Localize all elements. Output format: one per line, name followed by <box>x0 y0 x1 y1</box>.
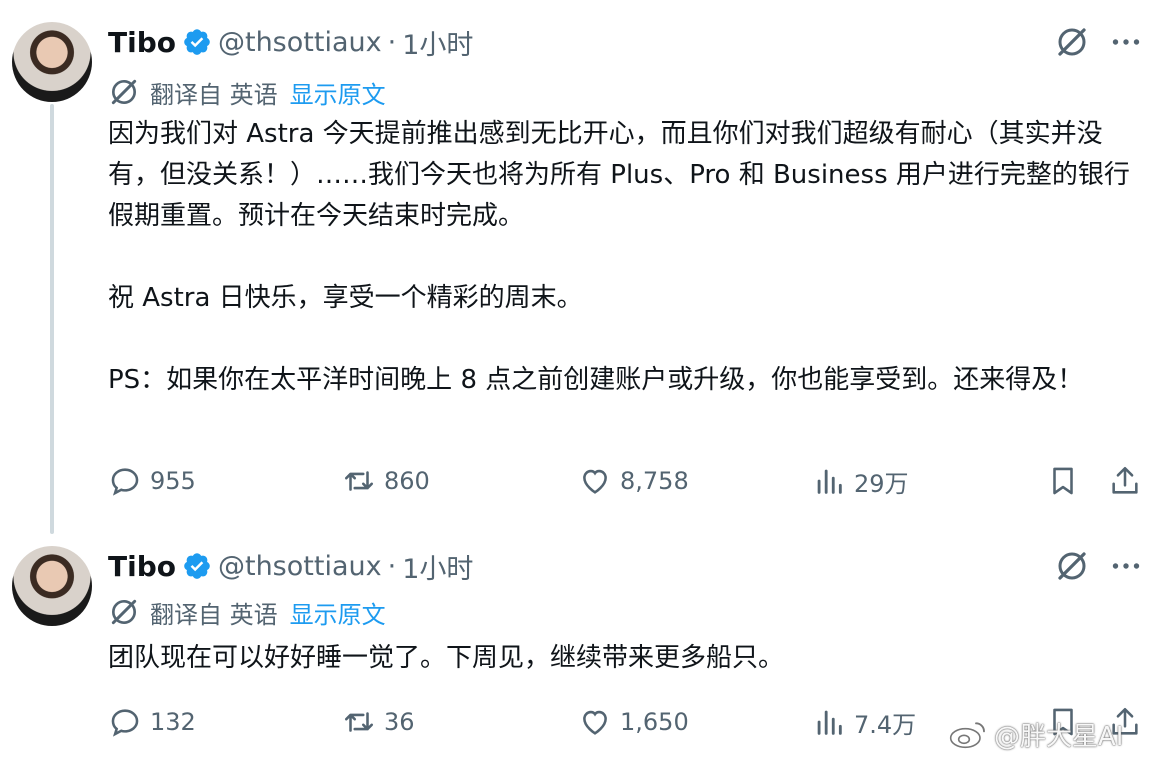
more-icon[interactable] <box>1108 24 1144 60</box>
translate-icon <box>111 599 137 625</box>
action-bar: 955 860 8,758 29万 <box>108 461 1148 501</box>
views-icon <box>817 710 842 735</box>
translated-from-label: 翻译自 英语 <box>150 80 278 109</box>
show-original-link[interactable]: 显示原文 <box>290 595 386 630</box>
author-name[interactable]: Tibo <box>108 26 176 59</box>
avatar[interactable] <box>12 546 92 626</box>
tweet-paragraph: PS：如果你在太平洋时间晚上 8 点之前创建账户或升级，你也能享受到。还来得及！ <box>108 365 1084 395</box>
separator-dot: · <box>387 550 397 582</box>
reply-count: 132 <box>150 708 196 736</box>
tweet-header: Tibo @thsottiaux · 1小时 <box>108 22 473 62</box>
repost-icon <box>344 471 374 491</box>
grok-icon[interactable] <box>1054 24 1090 60</box>
like-icon <box>583 469 607 494</box>
bookmark-button[interactable] <box>1046 461 1088 501</box>
repost-count: 36 <box>384 708 415 736</box>
verified-badge-icon <box>184 553 210 579</box>
separator-dot: · <box>387 26 397 58</box>
views-icon <box>817 469 842 494</box>
like-icon <box>583 710 607 735</box>
translation-bar: 翻译自 英语 显示原文 <box>108 75 386 110</box>
repost-button[interactable]: 36 <box>342 702 415 742</box>
repost-button[interactable]: 860 <box>342 461 430 501</box>
translate-icon <box>111 79 137 105</box>
repost-icon <box>344 712 374 732</box>
like-button[interactable]: 1,650 <box>578 702 689 742</box>
reply-button[interactable]: 955 <box>108 461 196 501</box>
watermark: @胖大星AI <box>946 714 1123 754</box>
show-original-link[interactable]: 显示原文 <box>290 75 386 110</box>
tweet-paragraph: 祝 Astra 日快乐，享受一个精彩的周末。 <box>108 283 583 313</box>
reply-icon <box>111 468 139 496</box>
translated-from-label: 翻译自 英语 <box>150 600 278 629</box>
share-button[interactable] <box>1108 461 1150 501</box>
like-count: 8,758 <box>620 467 689 495</box>
timestamp[interactable]: 1小时 <box>402 23 473 62</box>
views-count: 29万 <box>854 469 909 498</box>
watermark-text: @胖大星AI <box>994 721 1124 752</box>
avatar[interactable] <box>12 22 92 102</box>
views-button[interactable]: 7.4万 <box>812 702 916 742</box>
bookmark-icon <box>1053 467 1073 495</box>
views-button[interactable]: 29万 <box>812 461 909 501</box>
reply-button[interactable]: 132 <box>108 702 196 742</box>
repost-count: 860 <box>384 467 430 495</box>
like-button[interactable]: 8,758 <box>578 461 689 501</box>
reply-count: 955 <box>150 467 196 495</box>
tweet-paragraph: 团队现在可以好好睡一觉了。下周见，继续带来更多船只。 <box>108 643 785 673</box>
views-count: 7.4万 <box>854 710 917 739</box>
translation-bar: 翻译自 英语 显示原文 <box>108 595 386 630</box>
share-icon <box>1112 466 1138 494</box>
more-icon[interactable] <box>1108 548 1144 584</box>
weibo-icon <box>949 722 985 749</box>
tweet-paragraph: 因为我们对 Astra 今天提前推出感到无比开心，而且你们对我们超级有耐心（其实… <box>108 119 1130 231</box>
tweet-text: 团队现在可以好好睡一觉了。下周见，继续带来更多船只。 <box>108 638 1138 679</box>
like-count: 1,650 <box>620 708 689 736</box>
tweet-1[interactable]: Tibo @thsottiaux · 1小时 翻译自 英语 显示原文 因为我们对… <box>0 0 1152 540</box>
thread-line <box>50 104 54 534</box>
tweet-text: 因为我们对 Astra 今天提前推出感到无比开心，而且你们对我们超级有耐心（其实… <box>108 114 1138 401</box>
verified-badge-icon <box>184 29 210 55</box>
author-name[interactable]: Tibo <box>108 550 176 583</box>
author-handle[interactable]: @thsottiaux <box>218 27 382 58</box>
tweet-header: Tibo @thsottiaux · 1小时 <box>108 546 473 586</box>
reply-icon <box>111 709 139 737</box>
author-handle[interactable]: @thsottiaux <box>218 551 382 582</box>
grok-icon[interactable] <box>1054 548 1090 584</box>
timestamp[interactable]: 1小时 <box>402 547 473 586</box>
